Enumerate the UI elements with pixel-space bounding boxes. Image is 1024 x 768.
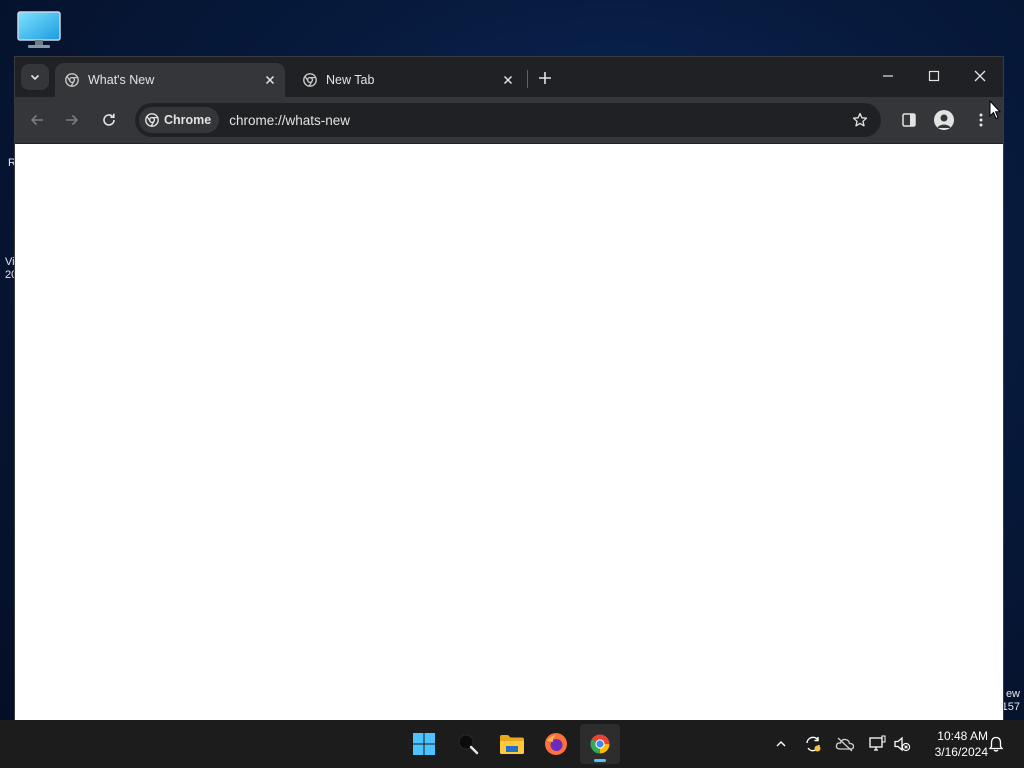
- browser-toolbar: Chrome chrome://whats-new: [15, 97, 1003, 143]
- clock-time: 10:48 AM: [937, 729, 988, 743]
- tab-title: New Tab: [326, 73, 375, 87]
- chrome-favicon-icon: [65, 73, 79, 87]
- maximize-icon: [928, 70, 940, 82]
- chrome-favicon-icon: [303, 73, 317, 87]
- chevron-down-icon: [30, 74, 40, 81]
- this-pc-desktop-icon[interactable]: [16, 10, 62, 50]
- chrome-taskbar-button[interactable]: [580, 724, 620, 764]
- show-hidden-icons-button[interactable]: [769, 732, 793, 756]
- arrow-right-icon: [66, 114, 79, 126]
- network-icon: [869, 735, 886, 751]
- close-icon: [974, 70, 986, 82]
- firefox-icon: [545, 733, 567, 755]
- speaker-muted-icon: [894, 736, 911, 752]
- page-content[interactable]: [15, 144, 1003, 720]
- tab-strip: What's New New Tab: [15, 57, 1003, 97]
- minimize-button[interactable]: [865, 61, 911, 91]
- firefox-button[interactable]: [536, 724, 576, 764]
- tab-new-tab[interactable]: New Tab: [293, 63, 523, 97]
- reload-button[interactable]: [94, 105, 124, 135]
- onedrive-tray-icon[interactable]: [833, 732, 857, 756]
- chrome-window: What's New New Tab Chrome chrome://whats…: [15, 57, 1003, 720]
- file-explorer-button[interactable]: [492, 724, 532, 764]
- forward-button[interactable]: [57, 105, 87, 135]
- volume-tray-icon[interactable]: [890, 732, 914, 756]
- new-tab-button[interactable]: [533, 66, 557, 90]
- tab-whats-new[interactable]: What's New: [55, 63, 285, 97]
- side-panel-button[interactable]: [894, 105, 924, 135]
- taskbar: 10:48 AM 3/16/2024: [0, 720, 1024, 768]
- search-button[interactable]: [448, 724, 488, 764]
- back-button[interactable]: [22, 105, 52, 135]
- more-vertical-icon: [979, 113, 983, 127]
- reload-icon: [103, 113, 115, 126]
- side-panel-icon: [902, 113, 916, 127]
- close-tab-icon[interactable]: [261, 71, 279, 89]
- sync-icon: [806, 736, 821, 752]
- avatar-icon: [934, 110, 954, 130]
- url-text[interactable]: chrome://whats-new: [229, 113, 845, 128]
- bell-icon: [988, 736, 1004, 752]
- tab-title: What's New: [88, 73, 155, 87]
- chevron-up-icon: [776, 741, 786, 747]
- start-button[interactable]: [404, 724, 444, 764]
- windows-logo-icon: [413, 733, 435, 755]
- search-icon: [458, 734, 479, 755]
- close-tab-icon[interactable]: [499, 71, 517, 89]
- notifications-button[interactable]: [984, 732, 1008, 756]
- folder-icon: [500, 735, 524, 754]
- mouse-cursor-icon: [989, 99, 1002, 125]
- network-tray-icon[interactable]: [865, 732, 889, 756]
- taskbar-clock[interactable]: 10:48 AM 3/16/2024: [918, 728, 988, 760]
- profile-button[interactable]: [929, 105, 959, 135]
- minimize-icon: [883, 75, 893, 77]
- tab-divider: [527, 70, 528, 88]
- cloud-off-icon: [835, 737, 855, 752]
- plus-icon: [539, 72, 551, 84]
- site-info-label: Chrome: [164, 113, 212, 127]
- star-icon: [852, 112, 868, 127]
- chrome-icon: [590, 734, 610, 754]
- maximize-button[interactable]: [911, 61, 957, 91]
- chrome-logo-icon: [145, 113, 159, 127]
- site-info-chip[interactable]: Chrome: [139, 107, 220, 133]
- clock-date: 3/16/2024: [934, 745, 988, 759]
- sync-tray-icon[interactable]: [801, 732, 825, 756]
- bookmark-button[interactable]: [845, 105, 875, 135]
- tab-search-button[interactable]: [21, 64, 49, 90]
- close-window-button[interactable]: [957, 61, 1003, 91]
- desktop-icon-label: ew 157: [1001, 688, 1020, 713]
- arrow-left-icon: [30, 114, 43, 126]
- address-bar[interactable]: Chrome chrome://whats-new: [135, 103, 881, 137]
